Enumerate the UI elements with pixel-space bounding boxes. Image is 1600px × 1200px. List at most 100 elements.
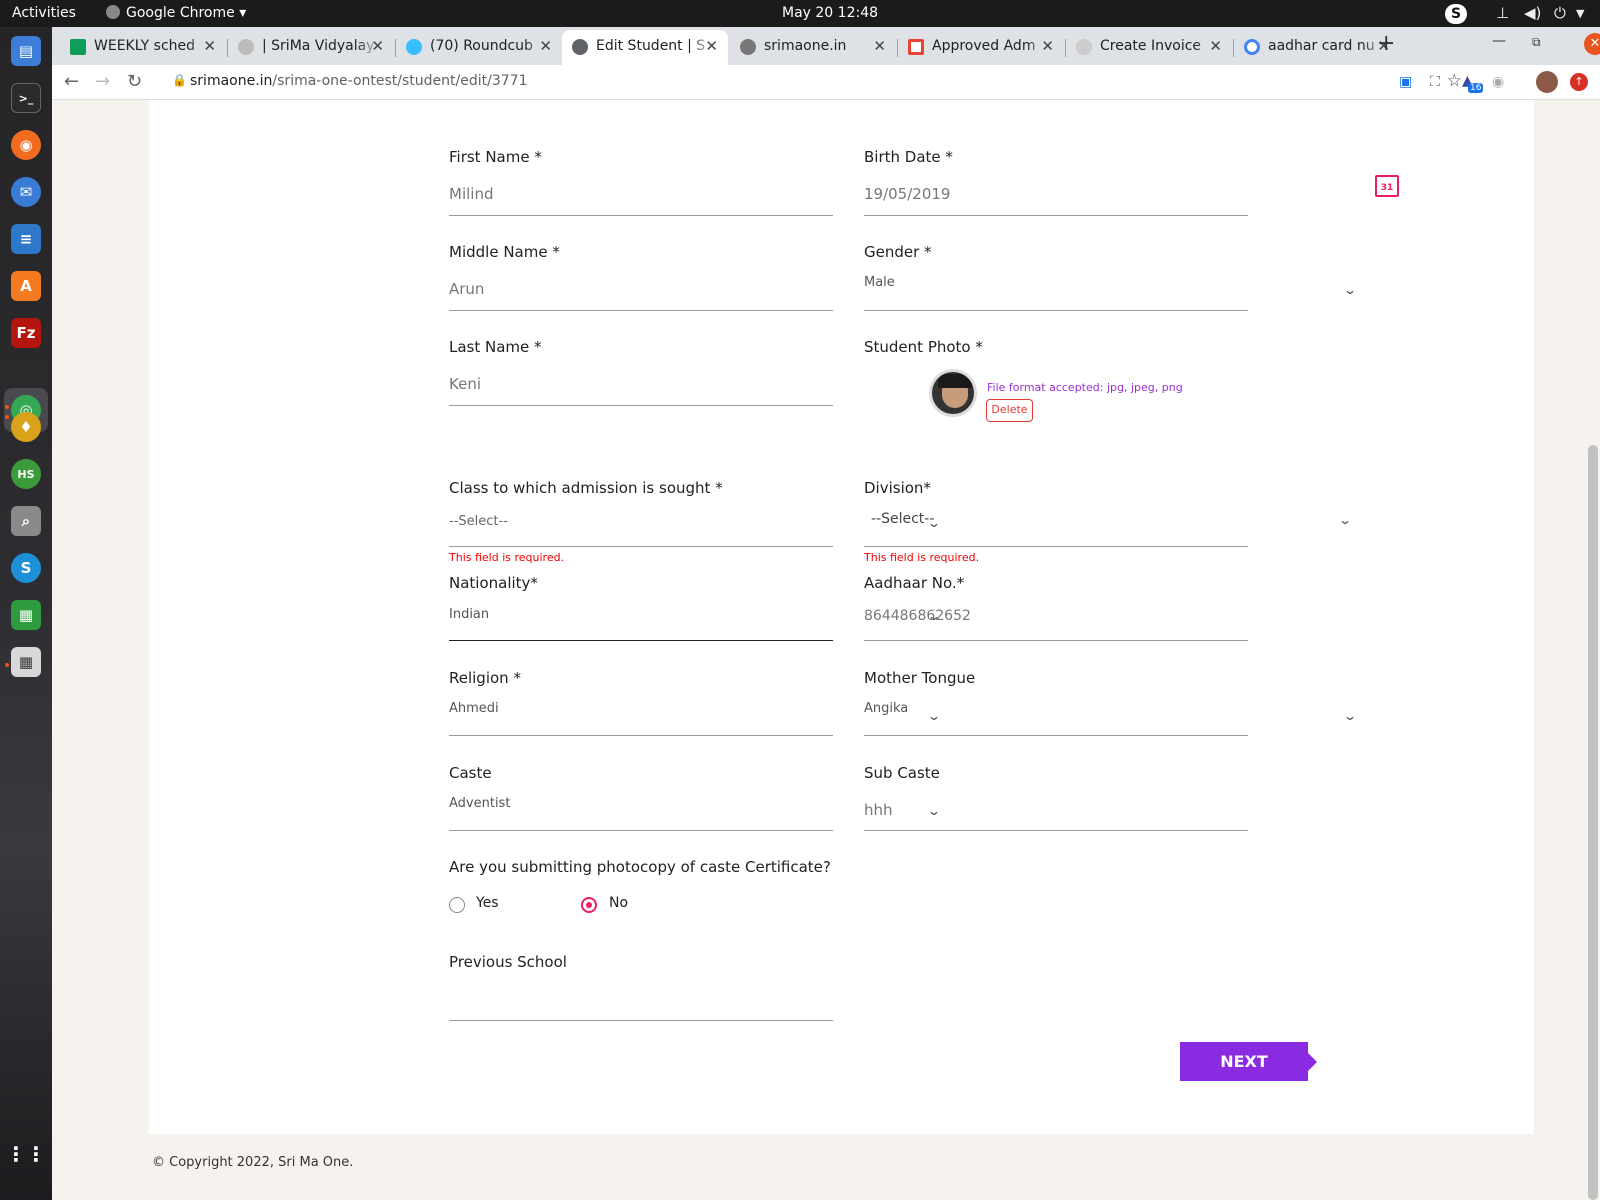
tab[interactable]: (70) Roundcub ✕ bbox=[396, 30, 562, 65]
chevron-down-icon[interactable]: ⌄ bbox=[927, 709, 941, 723]
bookmark-star-icon[interactable]: ☆ bbox=[1447, 71, 1462, 91]
birth-date-underline bbox=[864, 215, 1248, 216]
address-bar[interactable]: 🔒 srimaone.in/srima-one-ontest/student/e… bbox=[162, 67, 1472, 97]
caste-certificate-no-radio[interactable] bbox=[581, 897, 597, 913]
chevron-down-icon[interactable]: ⌄ bbox=[1343, 283, 1357, 297]
sub-caste-input[interactable]: hhh bbox=[864, 801, 893, 819]
copyright-footer: © Copyright 2022, Sri Ma One. bbox=[152, 1155, 354, 1170]
clock[interactable]: May 20 12:48 bbox=[782, 5, 878, 21]
first-name-label: First Name * bbox=[449, 148, 542, 166]
profile-avatar[interactable] bbox=[1536, 71, 1558, 93]
volume-icon[interactable]: ◀) bbox=[1524, 4, 1541, 22]
sub-caste-underline bbox=[864, 830, 1248, 831]
last-name-input[interactable]: Keni bbox=[449, 375, 481, 393]
tab[interactable]: Approved Adm ✕ bbox=[898, 30, 1064, 65]
middle-name-input[interactable]: Arun bbox=[449, 280, 484, 298]
tab-title: Approved Adm bbox=[932, 38, 1036, 54]
search-app-icon[interactable]: ⌕ bbox=[11, 506, 41, 536]
url-path: /srima-one-ontest/student/edit/3771 bbox=[272, 73, 528, 89]
caste-certificate-yes-radio[interactable] bbox=[449, 897, 465, 913]
gender-select[interactable]: Male bbox=[864, 275, 895, 290]
close-icon[interactable]: ✕ bbox=[203, 37, 216, 55]
app-menu[interactable]: Google Chrome ▾ bbox=[106, 5, 246, 21]
globe-icon bbox=[1076, 39, 1092, 55]
close-icon[interactable]: ✕ bbox=[371, 37, 384, 55]
page-scrollbar[interactable] bbox=[1588, 445, 1598, 1200]
minimize-button[interactable]: — bbox=[1492, 33, 1506, 49]
firefox-icon[interactable]: ◉ bbox=[11, 130, 41, 160]
update-icon[interactable]: ↑ bbox=[1570, 73, 1588, 91]
close-icon[interactable]: ✕ bbox=[1041, 37, 1054, 55]
first-name-input[interactable]: Milind bbox=[449, 185, 493, 203]
close-icon[interactable]: ✕ bbox=[873, 37, 886, 55]
mother-tongue-select[interactable]: Angika bbox=[864, 701, 908, 716]
thunderbird-icon[interactable]: ✉ bbox=[11, 177, 41, 207]
tab[interactable]: Create Invoice ✕ bbox=[1066, 30, 1232, 65]
calc-spreadsheet-icon[interactable]: ▦ bbox=[11, 600, 41, 630]
terminal-icon[interactable]: >_ bbox=[11, 83, 41, 113]
network-icon[interactable]: ⊥ bbox=[1496, 4, 1509, 22]
cast-extension-icon[interactable]: ▣ bbox=[1399, 74, 1412, 90]
filezilla-icon[interactable]: Fz bbox=[11, 318, 41, 348]
middle-name-underline bbox=[449, 310, 833, 311]
reload-icon[interactable]: ↻ bbox=[127, 71, 142, 92]
class-underline bbox=[449, 546, 833, 547]
skype-icon[interactable]: S bbox=[11, 553, 41, 583]
system-menu-chevron-icon[interactable]: ▼ bbox=[1576, 7, 1584, 20]
dock: ▤ >_ ◉ ✉ ≡ A Fz ◎ ♦ HS ⌕ S ▦ ▦ ⋮⋮ bbox=[0, 27, 52, 1200]
chevron-down-icon[interactable]: ⌄ bbox=[1338, 513, 1352, 527]
tab-active[interactable]: Edit Student | S ✕ bbox=[562, 30, 728, 65]
hs-icon[interactable]: HS bbox=[11, 459, 41, 489]
close-icon[interactable]: ✕ bbox=[705, 37, 718, 55]
close-icon[interactable]: ✕ bbox=[539, 37, 552, 55]
caste-select[interactable]: Adventist bbox=[449, 796, 510, 811]
student-form-card: First Name * Milind Birth Date * 19/05/2… bbox=[149, 100, 1534, 1134]
camera-extension-icon[interactable]: ◉ bbox=[1492, 74, 1504, 90]
last-name-label: Last Name * bbox=[449, 338, 542, 356]
running-indicator bbox=[5, 405, 9, 409]
student-photo-avatar[interactable] bbox=[929, 369, 977, 417]
nationality-select[interactable]: Indian bbox=[449, 607, 489, 622]
restore-button[interactable]: ⧉ bbox=[1532, 35, 1541, 50]
delete-photo-button[interactable]: Delete bbox=[986, 399, 1033, 422]
back-icon[interactable]: ← bbox=[64, 71, 79, 92]
writer-icon[interactable]: ≡ bbox=[11, 224, 41, 254]
religion-select[interactable]: Ahmedi bbox=[449, 701, 499, 716]
files-icon[interactable]: ▤ bbox=[11, 36, 41, 66]
birth-date-input[interactable]: 19/05/2019 bbox=[864, 185, 950, 203]
tab-title: aadhar card nu bbox=[1268, 38, 1375, 54]
caste-certificate-yes-label[interactable]: Yes bbox=[476, 895, 499, 911]
chevron-down-icon[interactable]: ⌄ bbox=[1343, 709, 1357, 723]
calendar-icon[interactable]: 31 bbox=[1375, 175, 1399, 197]
caste-certificate-no-label[interactable]: No bbox=[609, 895, 628, 911]
division-select[interactable]: --Select-- bbox=[871, 511, 934, 527]
tab-strip: WEEKLY sched ✕ | SriMa Vidyalay ✕ (70) R… bbox=[52, 27, 1600, 65]
forward-icon[interactable]: → bbox=[95, 71, 110, 92]
tab[interactable]: | SriMa Vidyalay ✕ bbox=[228, 30, 394, 65]
division-underline bbox=[864, 546, 1248, 547]
calendar-day: 31 bbox=[1380, 183, 1394, 193]
class-select[interactable]: --Select-- bbox=[449, 514, 508, 529]
chevron-down-icon[interactable]: ⌄ bbox=[927, 804, 941, 818]
screenshot-extension-icon[interactable]: ⛶ bbox=[1430, 74, 1440, 90]
close-icon[interactable]: ✕ bbox=[1209, 37, 1222, 55]
show-apps-icon[interactable]: ⋮⋮ bbox=[6, 1139, 46, 1169]
url-domain: srimaone.in bbox=[190, 73, 273, 89]
tab[interactable]: WEEKLY sched ✕ bbox=[60, 30, 226, 65]
power-icon[interactable]: ⏻ bbox=[1554, 4, 1566, 22]
skype-tray-icon[interactable]: S bbox=[1445, 4, 1467, 24]
tab[interactable]: srimaone.in ✕ bbox=[730, 30, 896, 65]
activities-button[interactable]: Activities bbox=[12, 5, 76, 21]
software-center-icon[interactable]: A bbox=[11, 271, 41, 301]
calculator-icon[interactable]: ▦ bbox=[11, 647, 41, 677]
new-tab-button[interactable]: + bbox=[1377, 31, 1395, 56]
page-viewport: First Name * Milind Birth Date * 19/05/2… bbox=[52, 100, 1600, 1200]
lock-icon[interactable]: 🔒 bbox=[172, 73, 187, 87]
tab-title: (70) Roundcub bbox=[430, 38, 533, 54]
running-indicator bbox=[5, 415, 9, 419]
window-close-button[interactable]: ✕ bbox=[1584, 33, 1600, 55]
aadhaar-input[interactable]: 864486862652 bbox=[864, 608, 971, 624]
next-button[interactable]: NEXT bbox=[1180, 1042, 1308, 1081]
tab[interactable]: aadhar card nu ✕ bbox=[1234, 30, 1400, 65]
keepassxc-icon[interactable]: ♦ bbox=[11, 412, 41, 442]
